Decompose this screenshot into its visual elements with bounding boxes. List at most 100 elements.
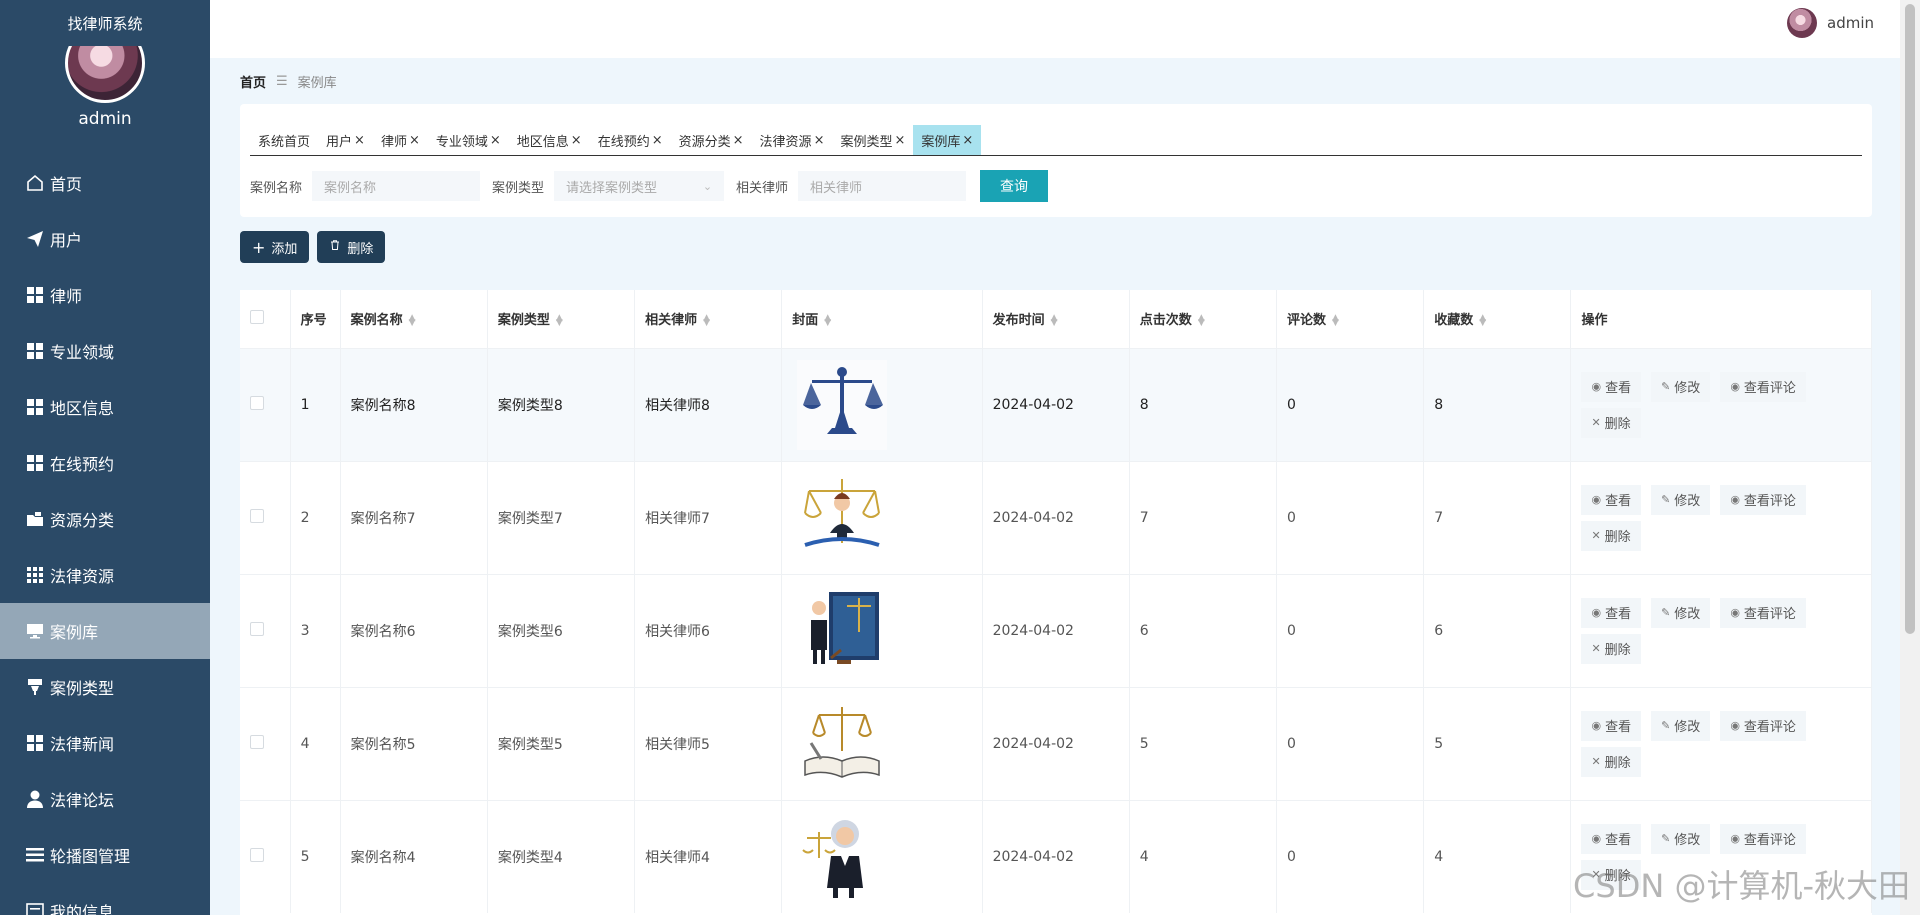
table-row[interactable]: 4 案例名称5 案例类型5 相关律师5 2024-04-02 5 0 5 ◉ 查看 ✎ 修改 ◉ 查看评论… bbox=[240, 686, 1872, 800]
add-button[interactable]: + 添加 bbox=[240, 231, 310, 263]
view-button[interactable]: ◉ 查看 bbox=[1581, 710, 1642, 741]
user-menu[interactable]: admin bbox=[1787, 8, 1874, 38]
breadcrumb-home[interactable]: 首页 bbox=[240, 72, 266, 91]
sidebar-item-7[interactable]: 法律资源 bbox=[0, 547, 210, 603]
sidebar-item-9[interactable]: 案例类型 bbox=[0, 659, 210, 715]
row-checkbox[interactable] bbox=[250, 395, 264, 410]
tab-0[interactable]: 系统首页 bbox=[250, 125, 318, 155]
sidebar-item-13[interactable]: 我的信息 bbox=[0, 883, 210, 915]
lawyer-cell: 相关律师4 bbox=[634, 799, 783, 913]
sort-icon[interactable]: ▲ ▼ bbox=[1332, 313, 1339, 327]
sidebar-item-10[interactable]: 法律新闻 bbox=[0, 715, 210, 771]
close-icon[interactable]: × bbox=[571, 133, 582, 148]
scrollbar-thumb[interactable] bbox=[1905, 4, 1915, 634]
header-username[interactable]: admin bbox=[1827, 14, 1874, 32]
close-icon[interactable]: × bbox=[894, 133, 905, 148]
view-button[interactable]: ◉ 查看 bbox=[1581, 484, 1642, 515]
avatar[interactable] bbox=[1787, 8, 1817, 38]
edit-button[interactable]: ✎ 修改 bbox=[1651, 710, 1711, 741]
row-checkbox[interactable] bbox=[250, 508, 264, 523]
tab-5[interactable]: 在线预约 × bbox=[590, 125, 671, 155]
sidebar-item-12[interactable]: 轮播图管理 bbox=[0, 827, 210, 883]
sidebar-item-5[interactable]: 在线预约 bbox=[0, 435, 210, 491]
edit-icon: ✎ bbox=[1661, 493, 1671, 506]
column-header-2[interactable]: 案例类型 ▲ ▼ bbox=[487, 290, 636, 348]
close-icon[interactable]: × bbox=[733, 133, 744, 148]
close-icon[interactable]: × bbox=[962, 133, 973, 148]
close-icon[interactable]: × bbox=[354, 133, 365, 148]
sort-icon[interactable]: ▲ ▼ bbox=[1051, 313, 1058, 327]
tab-9[interactable]: 案例库 × bbox=[913, 125, 982, 155]
view-button[interactable]: ◉ 查看 bbox=[1581, 597, 1642, 628]
sort-icon[interactable]: ▲ ▼ bbox=[824, 313, 831, 327]
column-header-6[interactable]: 点击次数 ▲ ▼ bbox=[1129, 290, 1278, 348]
book-scales-icon[interactable] bbox=[792, 696, 892, 792]
view-comments-button[interactable]: ◉ 查看评论 bbox=[1720, 597, 1806, 628]
table-row[interactable]: 1 案例名称8 案例类型8 相关律师8 2024-04-02 8 0 8 ◉ 查看 ✎ 修改 ◉ 查看评论… bbox=[240, 347, 1872, 461]
table-row[interactable]: 2 案例名称7 案例类型7 相关律师7 2024-04-02 7 0 7 ◉ 查看 ✎ 修改 ◉ 查看评论… bbox=[240, 460, 1872, 574]
column-header-7[interactable]: 评论数 ▲ ▼ bbox=[1276, 290, 1425, 348]
view-comments-button[interactable]: ◉ 查看评论 bbox=[1720, 823, 1806, 854]
delete-row-button[interactable]: ✕ 删除 bbox=[1581, 407, 1641, 438]
view-comments-button[interactable]: ◉ 查看评论 bbox=[1720, 710, 1806, 741]
tab-6[interactable]: 资源分类 × bbox=[671, 125, 752, 155]
tab-1[interactable]: 用户 × bbox=[318, 125, 373, 155]
column-header-5[interactable]: 发布时间 ▲ ▼ bbox=[982, 290, 1130, 348]
tab-8[interactable]: 案例类型 × bbox=[832, 125, 913, 155]
delete-row-button[interactable]: ✕ 删除 bbox=[1581, 520, 1641, 551]
sidebar-item-4[interactable]: 地区信息 bbox=[0, 379, 210, 435]
tab-3[interactable]: 专业领域 × bbox=[428, 125, 509, 155]
tab-2[interactable]: 律师 × bbox=[373, 125, 428, 155]
column-header-4[interactable]: 封面 ▲ ▼ bbox=[781, 290, 983, 348]
sidebar-item-0[interactable]: 首页 bbox=[0, 155, 210, 211]
view-label: 查看 bbox=[1605, 720, 1632, 735]
edit-button[interactable]: ✎ 修改 bbox=[1651, 823, 1711, 854]
edit-button[interactable]: ✎ 修改 bbox=[1651, 371, 1711, 402]
close-icon[interactable]: × bbox=[490, 133, 501, 148]
scales-icon[interactable] bbox=[792, 357, 892, 453]
sidebar-item-6[interactable]: 资源分类 bbox=[0, 491, 210, 547]
column-header-8[interactable]: 收藏数 ▲ ▼ bbox=[1423, 290, 1572, 348]
case-name-input[interactable]: 案例名称 bbox=[312, 171, 481, 201]
sidebar-item-11[interactable]: 法律论坛 bbox=[0, 771, 210, 827]
lawyer-door-icon[interactable] bbox=[792, 583, 892, 679]
view-button[interactable]: ◉ 查看 bbox=[1581, 823, 1642, 854]
view-comments-button[interactable]: ◉ 查看评论 bbox=[1720, 484, 1806, 515]
comments-cell: 0 bbox=[1276, 686, 1425, 800]
close-icon[interactable]: × bbox=[652, 133, 663, 148]
delete-row-button[interactable]: ✕ 删除 bbox=[1581, 633, 1641, 664]
sort-icon[interactable]: ▲ ▼ bbox=[409, 313, 416, 327]
edit-button[interactable]: ✎ 修改 bbox=[1651, 597, 1711, 628]
close-icon[interactable]: × bbox=[409, 133, 420, 148]
lawyer-scales-icon[interactable] bbox=[792, 470, 892, 566]
case-type-select[interactable]: 请选择案例类型 ⌄ bbox=[554, 171, 725, 201]
delete-button[interactable]: 删除 bbox=[317, 231, 386, 263]
row-checkbox[interactable] bbox=[250, 847, 264, 862]
scrollbar[interactable] bbox=[1900, 0, 1920, 915]
sort-icon[interactable]: ▲ ▼ bbox=[1479, 313, 1486, 327]
tab-7[interactable]: 法律资源 × bbox=[752, 125, 833, 155]
avatar[interactable] bbox=[65, 46, 145, 103]
sidebar-item-8[interactable]: 案例库 bbox=[0, 603, 210, 659]
row-checkbox[interactable] bbox=[250, 734, 264, 749]
lawyer-input[interactable]: 相关律师 bbox=[798, 171, 967, 201]
column-header-1[interactable]: 案例名称 ▲ ▼ bbox=[340, 290, 488, 348]
sidebar-item-2[interactable]: 律师 bbox=[0, 267, 210, 323]
query-button[interactable]: 查询 bbox=[980, 170, 1049, 202]
sidebar-item-3[interactable]: 专业领域 bbox=[0, 323, 210, 379]
row-checkbox[interactable] bbox=[250, 621, 264, 636]
sort-icon[interactable]: ▲ ▼ bbox=[703, 313, 710, 327]
judge-icon[interactable] bbox=[792, 809, 892, 905]
sort-icon[interactable]: ▲ ▼ bbox=[556, 313, 563, 327]
select-all-checkbox[interactable] bbox=[250, 309, 264, 324]
view-button[interactable]: ◉ 查看 bbox=[1581, 371, 1642, 402]
sort-icon[interactable]: ▲ ▼ bbox=[1198, 313, 1205, 327]
delete-row-button[interactable]: ✕ 删除 bbox=[1581, 746, 1641, 777]
close-icon[interactable]: × bbox=[814, 133, 825, 148]
edit-button[interactable]: ✎ 修改 bbox=[1651, 484, 1711, 515]
tab-4[interactable]: 地区信息 × bbox=[509, 125, 590, 155]
column-header-3[interactable]: 相关律师 ▲ ▼ bbox=[634, 290, 783, 348]
view-comments-button[interactable]: ◉ 查看评论 bbox=[1720, 371, 1806, 402]
sidebar-item-1[interactable]: 用户 bbox=[0, 211, 210, 267]
table-row[interactable]: 3 案例名称6 案例类型6 相关律师6 2024-04-02 6 0 6 ◉ 查看 ✎ 修改 ◉ 查看评论… bbox=[240, 573, 1872, 687]
